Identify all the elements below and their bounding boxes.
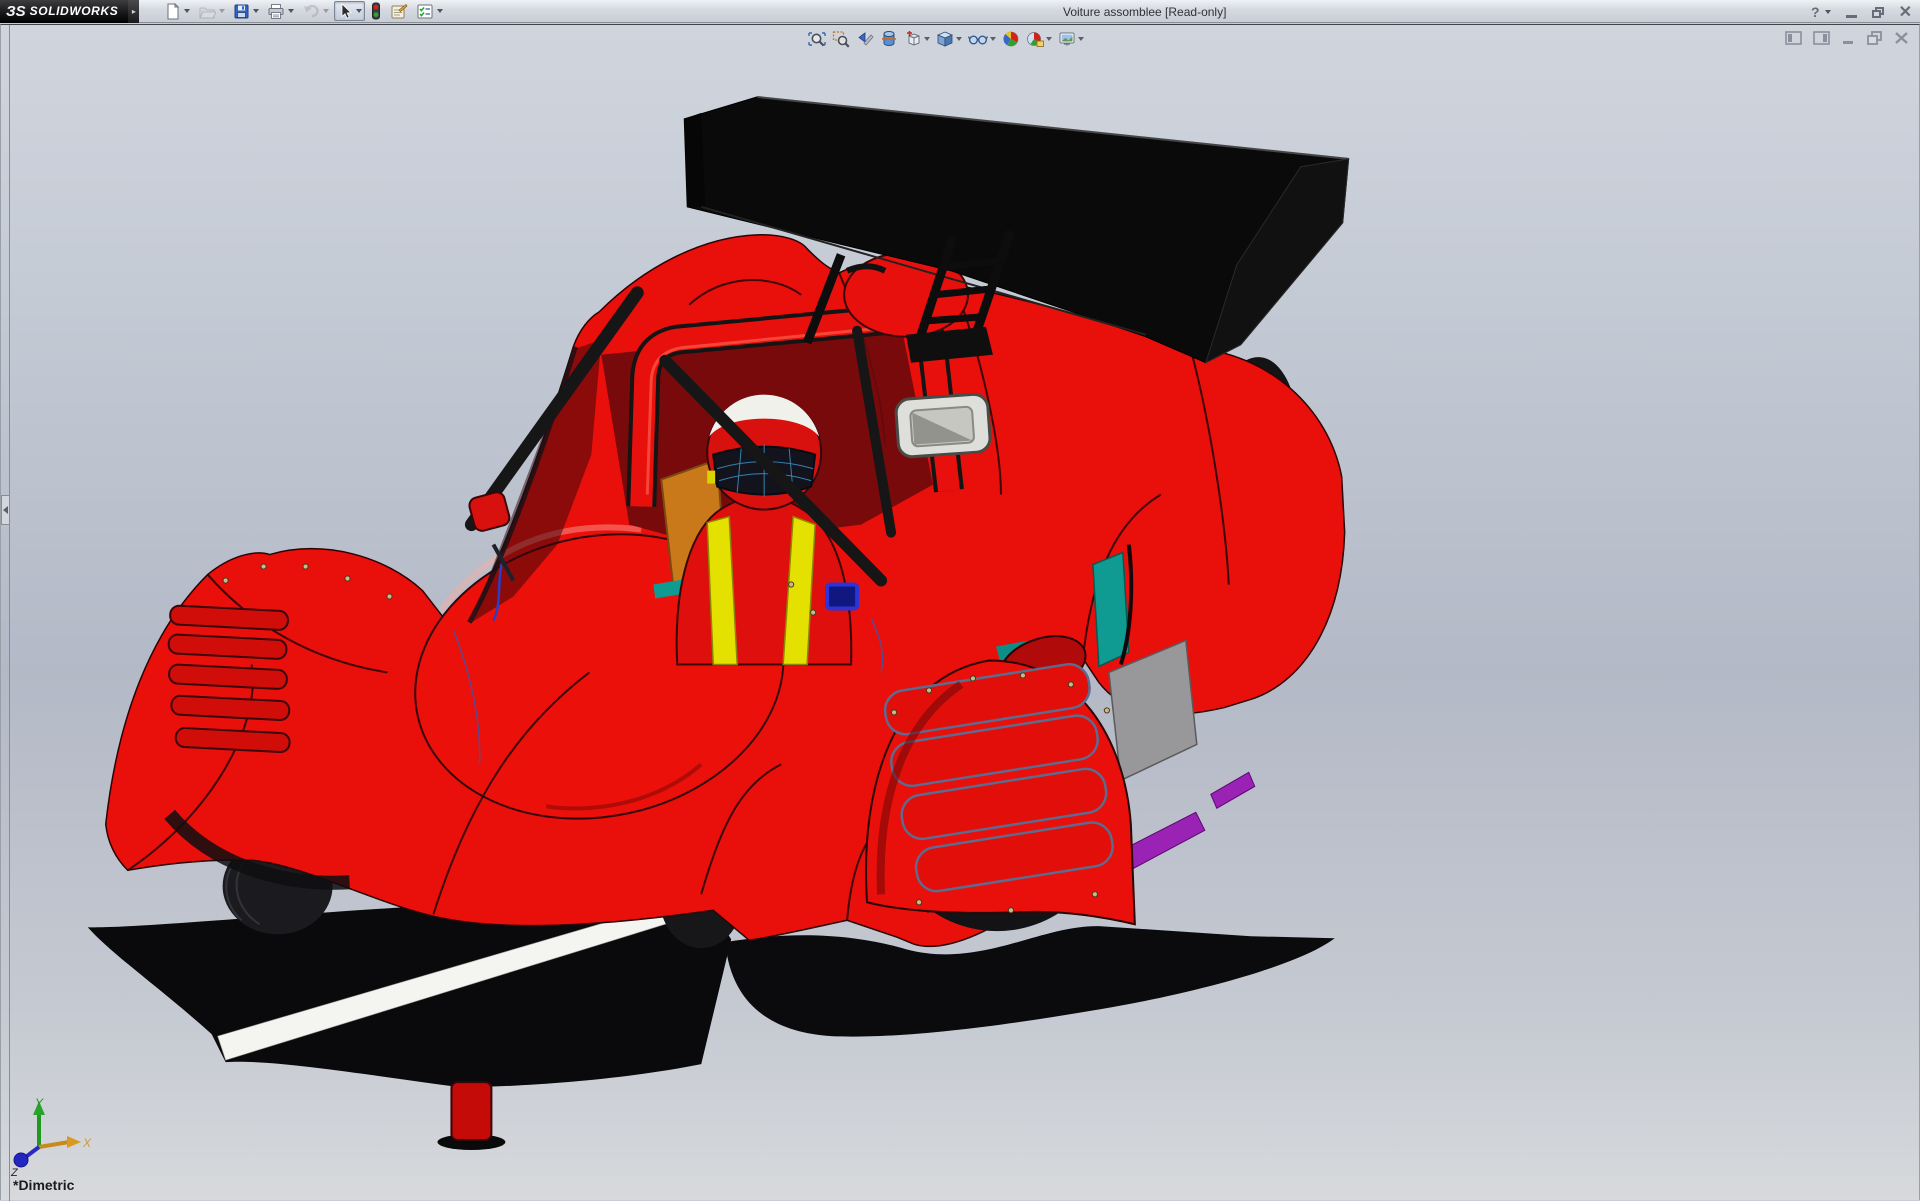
display-style-button[interactable] [935, 29, 963, 49]
rearview-mirror [895, 393, 991, 457]
zoom-to-fit-icon [808, 30, 826, 48]
harness-buckle [827, 585, 857, 609]
car-model[interactable] [1, 25, 1920, 1201]
side-skirt-purple-2 [1211, 772, 1255, 808]
standard-toolbar [161, 0, 446, 23]
rebuild-stoplight-button[interactable] [367, 1, 385, 21]
section-view-icon [880, 30, 898, 48]
driver-helmet [707, 395, 821, 510]
heads-up-view-toolbar [807, 29, 1085, 49]
pane-right-button[interactable] [1813, 31, 1830, 45]
menu-expand-arrow-icon[interactable]: ▸ [128, 0, 139, 23]
edit-annotation-button[interactable] [387, 1, 411, 21]
checklist-icon [416, 3, 434, 20]
zoom-to-fit-button[interactable] [807, 29, 827, 49]
zoom-to-area-button[interactable] [831, 29, 851, 49]
document-window-controls [1785, 31, 1909, 45]
triad-y-label: Y [35, 1096, 44, 1110]
title-bar: ЗS SOLIDWORKS ▸ [0, 0, 1920, 23]
apply-scene-icon [1026, 30, 1044, 48]
select-cursor-icon [337, 3, 353, 20]
doc-restore-button[interactable] [1867, 31, 1883, 45]
panel-collapse-handle[interactable] [1, 495, 10, 525]
graphics-viewport[interactable]: Y X Z *Dimetric [0, 24, 1920, 1200]
eyeglasses-icon [968, 30, 988, 48]
window-title: Voiture assomblee [Read-only] [1063, 5, 1226, 19]
panel-splitter [9, 25, 10, 1201]
minimize-button[interactable] [1846, 7, 1857, 18]
stoplight-icon [370, 2, 382, 20]
previous-view-icon [856, 30, 874, 48]
printer-icon [267, 3, 285, 20]
view-settings-icon [1058, 30, 1076, 48]
undo-arrow-icon [302, 3, 320, 20]
hide-show-items-button[interactable] [967, 29, 997, 49]
view-orientation-icon [904, 30, 922, 48]
appearance-sphere-icon [1002, 30, 1020, 48]
pane-left-button[interactable] [1785, 31, 1802, 45]
doc-minimize-button[interactable] [1841, 31, 1856, 45]
new-document-button[interactable] [161, 1, 193, 21]
save-button[interactable] [230, 1, 262, 21]
window-controls: ? ✕ [1811, 2, 1912, 22]
doc-close-button[interactable] [1894, 31, 1909, 45]
nose-stand [437, 1082, 505, 1150]
view-orientation-button[interactable] [903, 29, 931, 49]
print-button[interactable] [264, 1, 297, 21]
restore-button[interactable] [1872, 7, 1884, 18]
solidworks-logo-icon: ЗS [6, 3, 26, 20]
section-view-button[interactable] [879, 29, 899, 49]
save-floppy-icon [233, 3, 250, 20]
options-button[interactable] [413, 1, 446, 21]
help-button[interactable]: ? [1811, 4, 1831, 20]
edit-appearance-button[interactable] [1001, 29, 1021, 49]
zoom-to-area-icon [832, 30, 850, 48]
note-pencil-icon [390, 3, 408, 20]
triad-x-label: X [82, 1136, 92, 1150]
view-settings-button[interactable] [1057, 29, 1085, 49]
open-folder-icon [198, 3, 216, 20]
close-button[interactable]: ✕ [1899, 2, 1912, 22]
right-fender [866, 660, 1135, 924]
previous-view-button[interactable] [855, 29, 875, 49]
open-button[interactable] [195, 1, 228, 21]
orientation-triad: Y X Z [7, 1095, 99, 1181]
apply-scene-button[interactable] [1025, 29, 1053, 49]
select-tool-button[interactable] [334, 1, 365, 21]
view-orientation-label: *Dimetric [13, 1177, 74, 1193]
collapse-arrow-icon [3, 506, 8, 514]
display-style-icon [936, 30, 954, 48]
undo-button[interactable] [299, 1, 332, 21]
solidworks-logo: ЗS SOLIDWORKS [0, 0, 128, 23]
new-document-icon [164, 3, 181, 20]
